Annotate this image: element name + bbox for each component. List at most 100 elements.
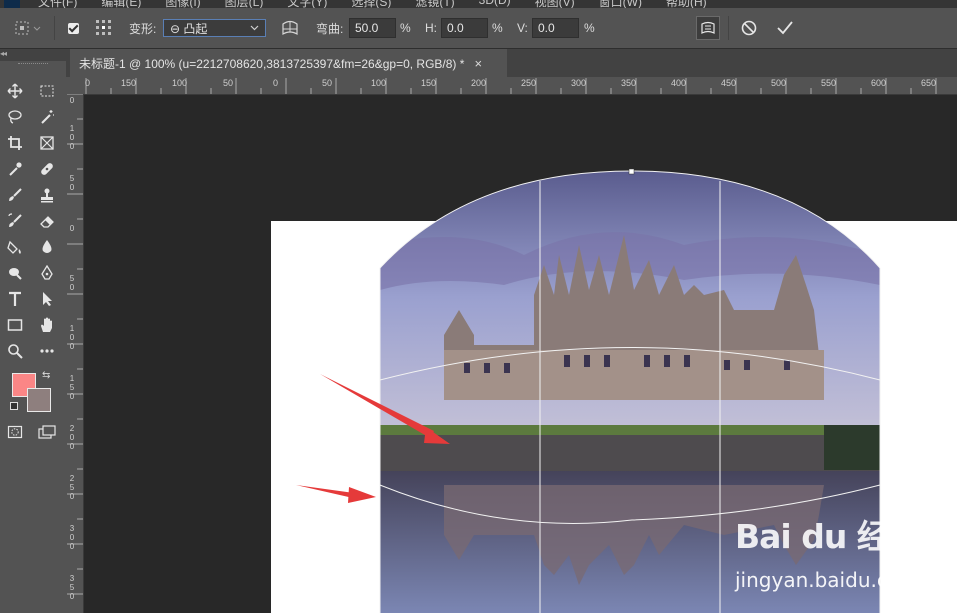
swap-colors-icon[interactable]: ⇆ — [42, 370, 50, 381]
warp-style-select[interactable]: ⊖ 凸起 — [163, 19, 266, 37]
panel-collapse-icon[interactable]: ◂◂ — [0, 49, 66, 61]
screen-mode-icon[interactable] — [34, 421, 60, 443]
menu-3d[interactable]: 3D(D) — [479, 0, 511, 8]
cancel-transform-icon[interactable] — [740, 19, 758, 37]
ruler-label: 200 — [471, 78, 487, 88]
menu-layer[interactable]: 图层(L) — [225, 0, 264, 8]
ruler-label: 1 0 0 — [69, 124, 75, 151]
bend-unit: % — [400, 21, 411, 35]
bend-input[interactable]: 50.0 — [349, 18, 396, 38]
default-colors-icon[interactable] — [10, 402, 18, 410]
gradient-tool-icon[interactable] — [2, 236, 28, 258]
ruler-label: 450 — [721, 78, 737, 88]
pen-tool-icon[interactable] — [34, 262, 60, 284]
rectangle-tool-icon[interactable] — [2, 314, 28, 336]
ruler-label: 150 — [121, 78, 137, 88]
ruler-label: 5 0 — [69, 274, 75, 292]
hand-tool-icon[interactable] — [34, 314, 60, 336]
type-tool-icon[interactable] — [2, 288, 28, 310]
warp-label: 变形: — [129, 21, 157, 36]
ruler-label: 600 — [871, 78, 887, 88]
quick-mask-icon[interactable] — [2, 421, 28, 443]
h-label: H: — [425, 21, 437, 35]
h-unit: % — [492, 21, 503, 35]
frame-tool-icon[interactable] — [34, 132, 60, 154]
ruler-label: 100 — [172, 78, 188, 88]
menu-select[interactable]: 选择(S) — [351, 0, 391, 8]
chevron-down-icon — [250, 25, 259, 31]
photoshop-logo-icon — [4, 0, 20, 8]
ruler-label: 550 — [821, 78, 837, 88]
ruler-label: 0 — [69, 96, 75, 105]
menu-bar: 文件(F) 编辑(E) 图像(I) 图层(L) 文字(Y) 选择(S) 滤镜(T… — [0, 0, 957, 8]
ruler-label: 3 5 0 — [69, 574, 75, 601]
menu-view[interactable]: 视图(V) — [535, 0, 575, 8]
ruler-label: 250 — [521, 78, 537, 88]
zoom-tool-icon[interactable] — [2, 340, 28, 362]
watermark-brand: Bai du 经验 — [735, 517, 922, 556]
path-selection-icon[interactable] — [34, 288, 60, 310]
bend-label: 弯曲: — [316, 21, 344, 36]
v-label: V: — [517, 21, 528, 35]
panel-grip[interactable] — [18, 63, 48, 66]
move-tool-icon[interactable] — [2, 80, 28, 102]
document-tab-title: 未标题-1 @ 100% (u=2212708620,3813725397&fm… — [79, 56, 465, 71]
transform-tool-icon — [15, 21, 41, 35]
lasso-tool-icon[interactable] — [2, 106, 28, 128]
ruler-label: 50 — [223, 78, 234, 88]
options-bar: 变形: ⊖ 凸起 弯曲: 50.0 % H: 0.0 % V: 0.0 % — [0, 8, 957, 49]
crop-tool-icon[interactable] — [2, 132, 28, 154]
baidu-jingyan-watermark: Bai du 经验 jingyan.baidu.com — [731, 510, 951, 610]
clone-stamp-icon[interactable] — [34, 184, 60, 206]
marquee-tool-icon[interactable] — [34, 80, 60, 102]
warp-mode-button[interactable] — [696, 16, 720, 40]
ruler-label: 150 — [421, 78, 437, 88]
healing-brush-icon[interactable] — [34, 158, 60, 180]
ruler-label: 400 — [671, 78, 687, 88]
vertical-ruler[interactable]: 0 1 0 0 5 0 0 5 0 1 0 0 1 5 0 2 0 0 2 5 … — [66, 94, 84, 613]
menu-file[interactable]: 文件(F) — [38, 0, 77, 8]
ruler-label: 1 0 0 — [69, 324, 75, 351]
menu-edit[interactable]: 编辑(E) — [101, 0, 141, 8]
watermark-url: jingyan.baidu.com — [735, 568, 920, 592]
ruler-label: 3 0 0 — [69, 524, 75, 551]
vertical-distortion-input[interactable]: 0.0 — [532, 18, 579, 38]
ruler-label: 5 0 — [69, 174, 75, 192]
commit-transform-icon[interactable] — [776, 19, 794, 37]
ruler-label: 0 — [69, 224, 75, 233]
brush-tool-icon[interactable] — [2, 184, 28, 206]
menu-type[interactable]: 文字(Y) — [287, 0, 327, 8]
ruler-label: 1 5 0 — [69, 374, 75, 401]
document-tab[interactable]: 未标题-1 @ 100% (u=2212708620,3813725397&fm… — [70, 49, 507, 77]
ruler-label: 350 — [621, 78, 637, 88]
ruler-label: 500 — [771, 78, 787, 88]
tools-panel: ⇆ — [0, 61, 66, 613]
ruler-label: 0 — [273, 78, 279, 88]
menu-items: 文件(F) 编辑(E) 图像(I) 图层(L) 文字(Y) 选择(S) 滤镜(T… — [38, 0, 707, 8]
tool-preset-picker[interactable] — [14, 8, 42, 48]
eyedropper-tool-icon[interactable] — [2, 158, 28, 180]
horizontal-ruler[interactable]: 0 150 100 50 0 50 100 150 200 250 300 35… — [66, 77, 957, 95]
blur-tool-icon[interactable] — [34, 236, 60, 258]
ruler-label: 0 — [85, 78, 91, 88]
magic-wand-icon[interactable] — [34, 106, 60, 128]
ruler-label: 2 5 0 — [69, 474, 75, 501]
ruler-label: 650 — [921, 78, 937, 88]
dodge-tool-icon[interactable] — [2, 262, 28, 284]
reference-point-grid-icon[interactable] — [94, 18, 114, 38]
menu-image[interactable]: 图像(I) — [165, 0, 200, 8]
horizontal-distortion-input[interactable]: 0.0 — [441, 18, 488, 38]
menu-filter[interactable]: 滤镜(T) — [415, 0, 454, 8]
ruler-label: 2 0 0 — [69, 424, 75, 451]
background-color-swatch[interactable] — [27, 388, 51, 412]
menu-window[interactable]: 窗口(W) — [599, 0, 642, 8]
close-icon[interactable]: × — [474, 56, 482, 71]
ruler-label: 50 — [322, 78, 333, 88]
reference-point-checkbox[interactable] — [68, 22, 79, 34]
menu-help[interactable]: 帮助(H) — [666, 0, 707, 8]
more-tools-icon[interactable] — [34, 340, 60, 362]
warp-orientation-icon[interactable] — [280, 18, 300, 38]
warp-mesh-icon — [701, 21, 715, 34]
eraser-tool-icon[interactable] — [34, 210, 60, 232]
history-brush-icon[interactable] — [2, 210, 28, 232]
